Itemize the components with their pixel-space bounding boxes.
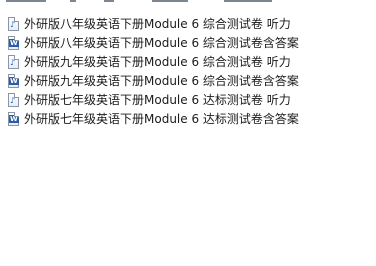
file-item[interactable]: W 外研版八年级英语下册Module 6 综合测试卷含答案 (8, 33, 299, 52)
file-item[interactable]: ♪ 外研版八年级英语下册Module 6 综合测试卷 听力 (8, 14, 299, 33)
file-item[interactable]: ♪ 外研版九年级英语下册Module 6 综合测试卷 听力 (8, 52, 299, 71)
word-doc-icon: W (8, 73, 19, 88)
audio-file-icon: ♪ (8, 16, 19, 31)
header-fragment (6, 0, 46, 2)
column-header-remnant (0, 0, 376, 4)
word-doc-icon: W (8, 35, 19, 50)
audio-file-icon: ♪ (8, 92, 19, 107)
file-name: 外研版九年级英语下册Module 6 综合测试卷 听力 (24, 55, 291, 69)
file-item[interactable]: W 外研版九年级英语下册Module 6 综合测试卷含答案 (8, 71, 299, 90)
header-fragment (152, 0, 188, 2)
file-item[interactable]: ♪ 外研版七年级英语下册Module 6 达标测试卷 听力 (8, 90, 299, 109)
audio-file-icon: ♪ (8, 54, 19, 69)
word-doc-icon: W (8, 111, 19, 126)
file-list: ♪ 外研版八年级英语下册Module 6 综合测试卷 听力 W 外研版八年级英语… (8, 14, 299, 128)
file-name: 外研版八年级英语下册Module 6 综合测试卷 听力 (24, 17, 291, 31)
file-name: 外研版八年级英语下册Module 6 综合测试卷含答案 (24, 36, 299, 50)
header-fragment (104, 0, 114, 2)
header-fragment (224, 0, 272, 2)
file-name: 外研版七年级英语下册Module 6 达标测试卷含答案 (24, 112, 299, 126)
file-name: 外研版九年级英语下册Module 6 综合测试卷含答案 (24, 74, 299, 88)
file-name: 外研版七年级英语下册Module 6 达标测试卷 听力 (24, 93, 291, 107)
file-item[interactable]: W 外研版七年级英语下册Module 6 达标测试卷含答案 (8, 109, 299, 128)
header-fragment (70, 0, 76, 2)
